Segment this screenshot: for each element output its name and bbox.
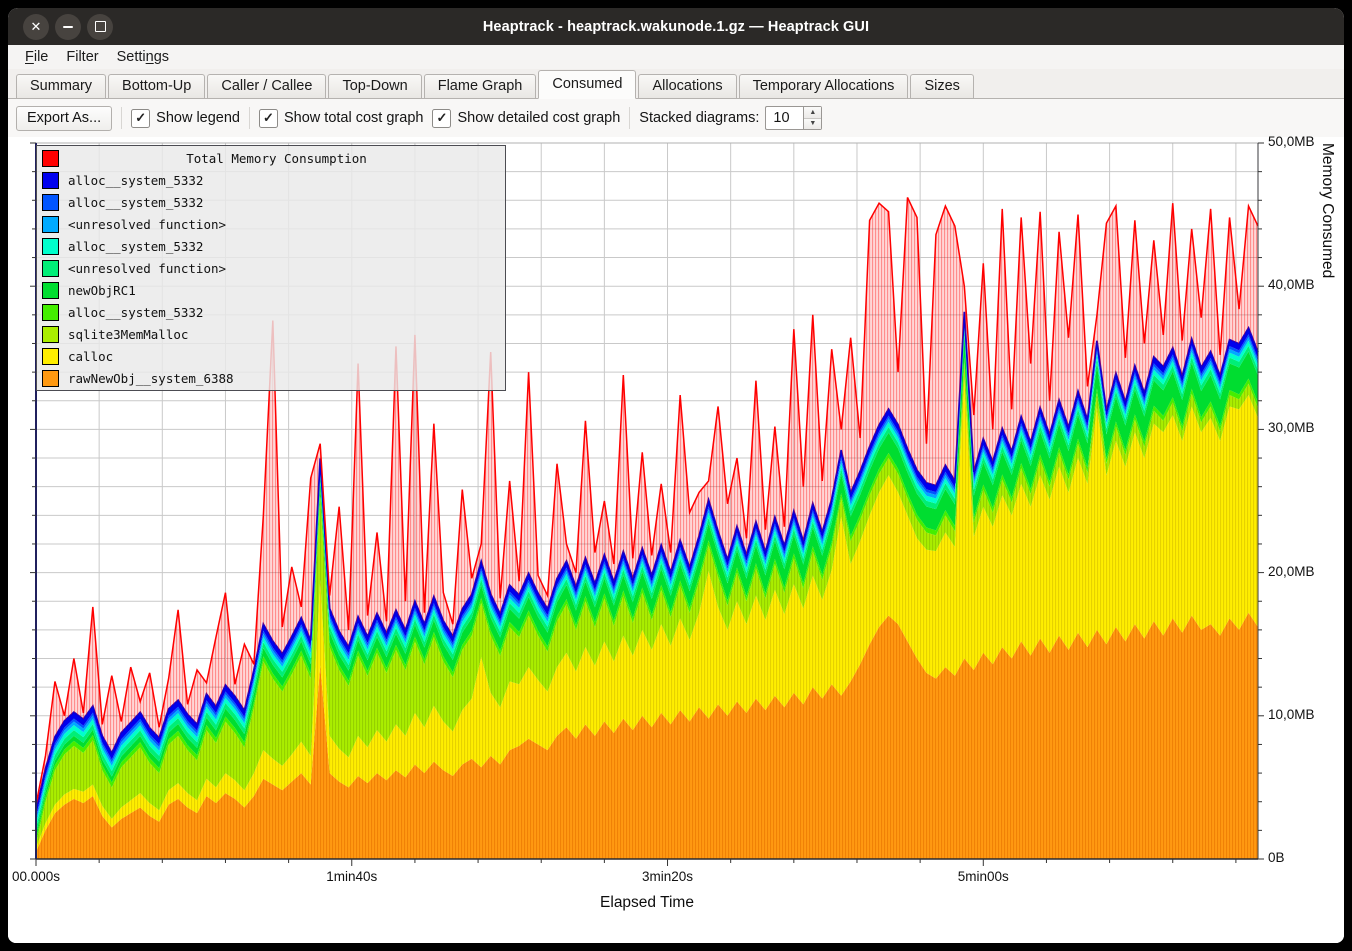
tab-flame-graph[interactable]: Flame Graph — [424, 74, 537, 98]
legend-swatch — [42, 216, 59, 233]
maximize-button[interactable] — [87, 14, 113, 40]
export-as-button[interactable]: Export As... — [16, 106, 112, 131]
legend-label: sqlite3MemMalloc — [68, 327, 188, 342]
toolbar-separator — [121, 107, 122, 129]
legend-label: <unresolved function> — [68, 217, 226, 232]
legend-item: sqlite3MemMalloc — [37, 324, 505, 344]
spinner-up-icon[interactable]: ▲ — [804, 107, 821, 119]
legend-label: <unresolved function> — [68, 261, 226, 276]
legend-title-row: Total Memory Consumption — [37, 148, 505, 168]
legend-swatch — [42, 172, 59, 189]
legend-swatch — [42, 260, 59, 277]
legend-item: newObjRC1 — [37, 280, 505, 300]
checkbox-show-legend[interactable]: ✓ Show legend — [131, 109, 240, 128]
minimize-button[interactable] — [55, 14, 81, 40]
legend-swatch — [42, 370, 59, 387]
legend-label: calloc — [68, 349, 113, 364]
legend-swatch — [42, 150, 59, 167]
y-tick-label: 0B — [1268, 850, 1338, 865]
y-tick-label: 40,0MB — [1268, 277, 1338, 292]
legend-swatch — [42, 326, 59, 343]
legend-swatch — [42, 304, 59, 321]
legend-item: alloc__system_5332 — [37, 192, 505, 212]
legend-label: rawNewObj__system_6388 — [68, 371, 234, 386]
legend-label: Total Memory Consumption — [68, 151, 485, 166]
legend-item: <unresolved function> — [37, 258, 505, 278]
tab-top-down[interactable]: Top-Down — [328, 74, 421, 98]
y-axis-title: Memory Consumed — [1318, 143, 1336, 859]
legend-item: rawNewObj__system_6388 — [37, 368, 505, 388]
stacked-diagrams-group: Stacked diagrams: 10▲▼ — [639, 106, 822, 130]
checkbox-box[interactable]: ✓ — [131, 109, 150, 128]
minimize-icon — [63, 26, 73, 28]
spinner-buttons: ▲▼ — [803, 106, 822, 130]
legend-item: alloc__system_5332 — [37, 302, 505, 322]
menu-filter[interactable]: Filter — [57, 47, 107, 67]
legend-item: alloc__system_5332 — [37, 236, 505, 256]
legend-item: alloc__system_5332 — [37, 170, 505, 190]
spinner-value[interactable]: 10 — [765, 106, 803, 130]
x-tick-label: 3min20s — [623, 869, 713, 884]
checkbox-show-total-cost-graph[interactable]: ✓ Show total cost graph — [259, 109, 423, 128]
menu-file[interactable]: File — [16, 47, 57, 67]
title-bar[interactable]: ✕ Heaptrack - heaptrack.wakunode.1.gz — … — [8, 8, 1344, 45]
maximize-icon — [95, 21, 106, 32]
menu-bar: FileFilterSettings — [8, 45, 1344, 69]
legend-label: alloc__system_5332 — [68, 195, 203, 210]
checkbox-box[interactable]: ✓ — [259, 109, 278, 128]
legend-label: alloc__system_5332 — [68, 239, 203, 254]
checkbox-label: Show detailed cost graph — [457, 110, 620, 126]
heaptrack-window: ✕ Heaptrack - heaptrack.wakunode.1.gz — … — [8, 8, 1344, 943]
x-tick-label: 5min00s — [938, 869, 1028, 884]
y-tick-label: 50,0MB — [1268, 134, 1338, 149]
chart-legend: Total Memory Consumption alloc__system_53… — [36, 145, 506, 391]
legend-swatch — [42, 348, 59, 365]
tab-sizes[interactable]: Sizes — [910, 74, 973, 98]
checkbox-label: Show total cost graph — [284, 110, 423, 126]
tab-summary[interactable]: Summary — [16, 74, 106, 98]
x-axis-title: Elapsed Time — [36, 894, 1258, 912]
close-icon: ✕ — [31, 19, 42, 35]
close-button[interactable]: ✕ — [23, 14, 49, 40]
stacked-diagrams-label: Stacked diagrams: — [639, 110, 759, 126]
checkbox-show-detailed-cost-graph[interactable]: ✓ Show detailed cost graph — [432, 109, 620, 128]
y-tick-label: 20,0MB — [1268, 564, 1338, 579]
x-tick-label: 00.000s — [8, 869, 81, 884]
stacked-diagrams-spinner[interactable]: 10▲▼ — [765, 106, 822, 130]
legend-label: newObjRC1 — [68, 283, 136, 298]
tab-consumed[interactable]: Consumed — [538, 70, 636, 99]
tab-temporary-allocations[interactable]: Temporary Allocations — [739, 74, 909, 98]
tab-bottom-up[interactable]: Bottom-Up — [108, 74, 205, 98]
checkbox-box[interactable]: ✓ — [432, 109, 451, 128]
window-title: Heaptrack - heaptrack.wakunode.1.gz — He… — [8, 19, 1344, 35]
legend-swatch — [42, 282, 59, 299]
legend-label: alloc__system_5332 — [68, 305, 203, 320]
y-tick-label: 10,0MB — [1268, 707, 1338, 722]
legend-item: <unresolved function> — [37, 214, 505, 234]
y-tick-label: 30,0MB — [1268, 420, 1338, 435]
toolbar: Export As... ✓ Show legend ✓ Show total cos… — [8, 99, 1344, 137]
legend-item: calloc — [37, 346, 505, 366]
tab-caller-callee[interactable]: Caller / Callee — [207, 74, 326, 98]
chart-area: Total Memory Consumption alloc__system_53… — [8, 137, 1344, 943]
window-controls: ✕ — [23, 14, 113, 40]
toolbar-separator — [249, 107, 250, 129]
checkbox-label: Show legend — [156, 110, 240, 126]
legend-label: alloc__system_5332 — [68, 173, 203, 188]
legend-swatch — [42, 238, 59, 255]
toolbar-separator — [629, 107, 630, 129]
tab-allocations[interactable]: Allocations — [638, 74, 736, 98]
menu-settings[interactable]: Settings — [108, 47, 178, 67]
x-tick-label: 1min40s — [307, 869, 397, 884]
tab-bar: SummaryBottom-UpCaller / CalleeTop-DownF… — [8, 69, 1344, 99]
legend-swatch — [42, 194, 59, 211]
spinner-down-icon[interactable]: ▼ — [804, 119, 821, 130]
